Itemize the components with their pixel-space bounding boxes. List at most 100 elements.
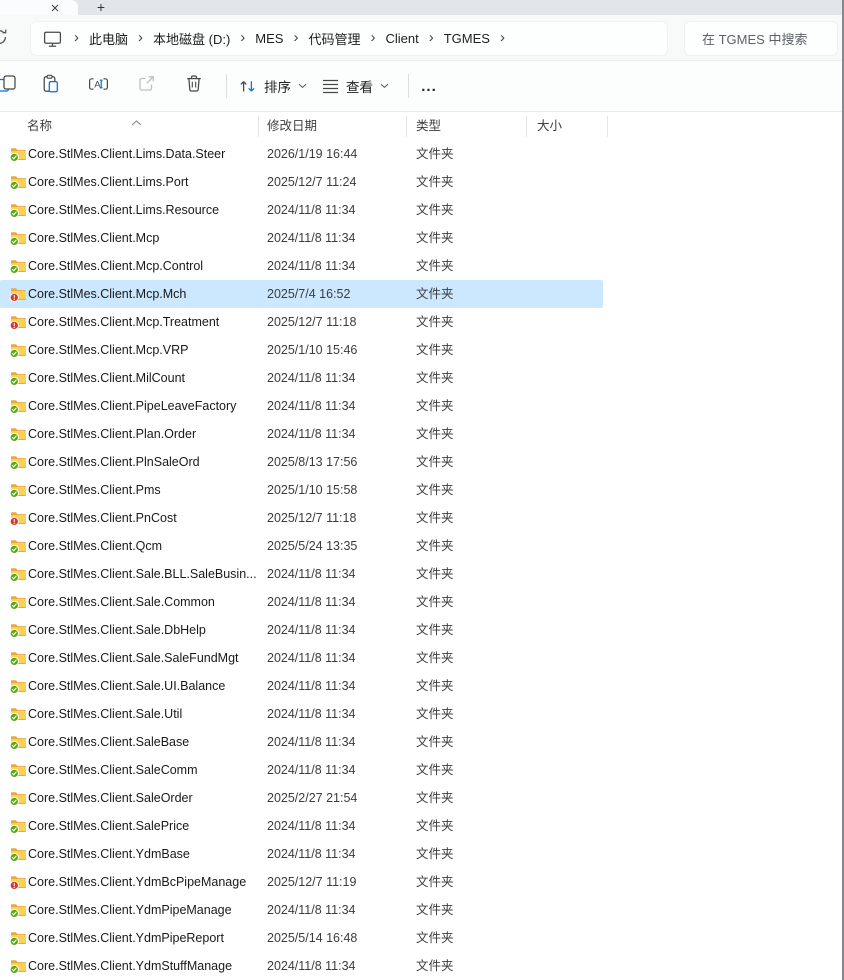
- file-row[interactable]: Core.StlMes.Client.Sale.SaleFundMgt2024/…: [0, 644, 844, 672]
- share-icon: [137, 74, 156, 98]
- column-resize-handle[interactable]: [607, 116, 608, 137]
- sort-button[interactable]: 排序: [230, 69, 315, 103]
- file-date-modified: 2025/2/27 21:54: [267, 784, 357, 812]
- close-tab-icon[interactable]: [49, 2, 61, 14]
- paste-button[interactable]: [30, 69, 70, 103]
- file-row[interactable]: Core.StlMes.Client.PipeLeaveFactory2024/…: [0, 392, 844, 420]
- search-input[interactable]: 在 TGMES 中搜索: [684, 21, 838, 56]
- folder-ok-icon: [10, 454, 26, 470]
- file-type: 文件夹: [416, 728, 454, 756]
- folder-ok-icon: [10, 678, 26, 694]
- file-name: Core.StlMes.Client.PipeLeaveFactory: [28, 392, 236, 420]
- folder-modified-icon: [10, 314, 26, 330]
- file-type: 文件夹: [416, 448, 454, 476]
- chevron-right-icon[interactable]: ›: [230, 30, 255, 45]
- file-name: Core.StlMes.Client.YdmBcPipeManage: [28, 868, 246, 896]
- sort-ascending-caret-icon: [131, 113, 142, 131]
- file-type: 文件夹: [416, 140, 454, 168]
- file-row[interactable]: Core.StlMes.Client.Sale.UI.Balance2024/1…: [0, 672, 844, 700]
- file-row[interactable]: Core.StlMes.Client.Sale.BLL.SaleBusin...…: [0, 560, 844, 588]
- chevron-right-icon[interactable]: ›: [419, 30, 444, 45]
- file-row[interactable]: Core.StlMes.Client.SaleOrder2025/2/27 21…: [0, 784, 844, 812]
- refresh-icon[interactable]: [0, 27, 9, 47]
- column-header-name[interactable]: 名称: [27, 112, 52, 140]
- file-row[interactable]: Core.StlMes.Client.YdmStuffManage2024/11…: [0, 952, 844, 980]
- file-row[interactable]: Core.StlMes.Client.MilCount2024/11/8 11:…: [0, 364, 844, 392]
- file-row[interactable]: Core.StlMes.Client.YdmPipeManage2024/11/…: [0, 896, 844, 924]
- file-list: Core.StlMes.Client.Lims.Data.Steer2026/1…: [0, 140, 844, 980]
- chevron-right-icon[interactable]: ›: [64, 30, 89, 45]
- file-type: 文件夹: [416, 392, 454, 420]
- breadcrumb: ›此电脑›本地磁盘 (D:)›MES›代码管理›Client›TGMES›: [30, 21, 668, 56]
- file-name: Core.StlMes.Client.Mcp.Treatment: [28, 308, 219, 336]
- breadcrumb-item[interactable]: Client: [385, 31, 418, 46]
- column-resize-handle[interactable]: [258, 116, 259, 137]
- file-row[interactable]: Core.StlMes.Client.Pms2025/1/10 15:58文件夹: [0, 476, 844, 504]
- chevron-right-icon[interactable]: ›: [360, 30, 385, 45]
- file-row[interactable]: Core.StlMes.Client.SalePrice2024/11/8 11…: [0, 812, 844, 840]
- file-row[interactable]: Core.StlMes.Client.Qcm2025/5/24 13:35文件夹: [0, 532, 844, 560]
- share-button[interactable]: [126, 69, 166, 103]
- file-row[interactable]: Core.StlMes.Client.Plan.Order2024/11/8 1…: [0, 420, 844, 448]
- file-row[interactable]: Core.StlMes.Client.Mcp.Treatment2025/12/…: [0, 308, 844, 336]
- column-header-type[interactable]: 类型: [416, 112, 441, 140]
- file-row[interactable]: Core.StlMes.Client.YdmBase2024/11/8 11:3…: [0, 840, 844, 868]
- view-lines-icon: [322, 79, 339, 94]
- file-date-modified: 2024/11/8 11:34: [267, 224, 356, 252]
- file-row[interactable]: Core.StlMes.Client.PlnSaleOrd2025/8/13 1…: [0, 448, 844, 476]
- active-tab[interactable]: [0, 0, 78, 15]
- file-type: 文件夹: [416, 420, 454, 448]
- file-row[interactable]: Core.StlMes.Client.YdmPipeReport2025/5/1…: [0, 924, 844, 952]
- breadcrumb-item[interactable]: 此电脑: [89, 29, 128, 48]
- file-row[interactable]: Core.StlMes.Client.Mcp.Control2024/11/8 …: [0, 252, 844, 280]
- file-name: Core.StlMes.Client.Plan.Order: [28, 420, 196, 448]
- file-row[interactable]: Core.StlMes.Client.SaleBase2024/11/8 11:…: [0, 728, 844, 756]
- file-row-selected[interactable]: Core.StlMes.Client.Mcp.Mch2025/7/4 16:52…: [0, 280, 844, 308]
- new-tab-button[interactable]: +: [92, 0, 110, 15]
- column-header-row: 名称 修改日期 类型 大小: [0, 112, 844, 140]
- breadcrumb-item[interactable]: 代码管理: [308, 29, 360, 48]
- breadcrumb-item[interactable]: TGMES: [444, 31, 490, 46]
- copy-icon: [0, 74, 17, 98]
- column-header-size[interactable]: 大小: [537, 112, 562, 140]
- file-row[interactable]: Core.StlMes.Client.YdmBcPipeManage2025/1…: [0, 868, 844, 896]
- delete-button[interactable]: [174, 69, 214, 103]
- this-pc-icon[interactable]: [43, 30, 62, 48]
- file-row[interactable]: Core.StlMes.Client.Sale.Common2024/11/8 …: [0, 588, 844, 616]
- file-name: Core.StlMes.Client.Sale.DbHelp: [28, 616, 206, 644]
- file-row[interactable]: Core.StlMes.Client.Lims.Data.Steer2026/1…: [0, 140, 844, 168]
- file-type: 文件夹: [416, 840, 454, 868]
- folder-ok-icon: [10, 594, 26, 610]
- chevron-right-icon[interactable]: ›: [490, 30, 515, 45]
- copy-button[interactable]: [0, 69, 26, 103]
- file-name: Core.StlMes.Client.PlnSaleOrd: [28, 448, 200, 476]
- file-row[interactable]: Core.StlMes.Client.Mcp.VRP2025/1/10 15:4…: [0, 336, 844, 364]
- file-date-modified: 2025/12/7 11:18: [267, 504, 356, 532]
- file-name: Core.StlMes.Client.Pms: [28, 476, 161, 504]
- chevron-right-icon[interactable]: ›: [283, 30, 308, 45]
- file-type: 文件夹: [416, 364, 454, 392]
- breadcrumb-item[interactable]: MES: [255, 31, 283, 46]
- file-row[interactable]: Core.StlMes.Client.Sale.Util2024/11/8 11…: [0, 700, 844, 728]
- file-row[interactable]: Core.StlMes.Client.SaleComm2024/11/8 11:…: [0, 756, 844, 784]
- file-row[interactable]: Core.StlMes.Client.Lims.Resource2024/11/…: [0, 196, 844, 224]
- column-resize-handle[interactable]: [526, 116, 527, 137]
- chevron-right-icon[interactable]: ›: [128, 30, 153, 45]
- search-placeholder: 在 TGMES 中搜索: [702, 29, 807, 48]
- more-options-button[interactable]: ...: [408, 69, 450, 103]
- column-resize-handle[interactable]: [406, 116, 407, 137]
- file-date-modified: 2024/11/8 11:34: [267, 840, 356, 868]
- column-header-date[interactable]: 修改日期: [267, 112, 317, 140]
- file-row[interactable]: Core.StlMes.Client.Mcp2024/11/8 11:34文件夹: [0, 224, 844, 252]
- breadcrumb-item[interactable]: 本地磁盘 (D:): [153, 29, 230, 48]
- address-bar: ›此电脑›本地磁盘 (D:)›MES›代码管理›Client›TGMES› 在 …: [0, 15, 844, 61]
- file-row[interactable]: Core.StlMes.Client.Lims.Port2025/12/7 11…: [0, 168, 844, 196]
- chevron-down-icon: [298, 83, 307, 89]
- rename-button[interactable]: A: [78, 69, 118, 103]
- file-row[interactable]: Core.StlMes.Client.PnCost2025/12/7 11:18…: [0, 504, 844, 532]
- view-button[interactable]: 查看: [314, 69, 397, 103]
- file-date-modified: 2024/11/8 11:34: [267, 364, 356, 392]
- file-row[interactable]: Core.StlMes.Client.Sale.DbHelp2024/11/8 …: [0, 616, 844, 644]
- file-type: 文件夹: [416, 252, 454, 280]
- folder-modified-icon: [10, 510, 26, 526]
